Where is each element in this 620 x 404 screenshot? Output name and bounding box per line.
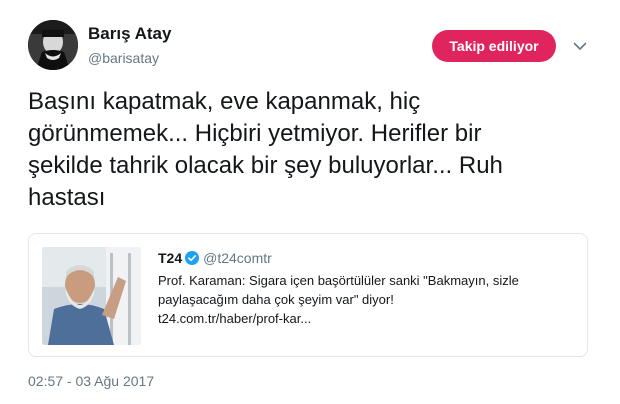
avatar-photo xyxy=(28,20,78,70)
following-button[interactable]: Takip ediliyor xyxy=(432,30,556,62)
tweet-text-line: görünmemek... Hiçbiri yetmiyor. Herifler… xyxy=(28,120,482,147)
author-display-name[interactable]: Barış Atay xyxy=(88,24,171,44)
quoted-text-line: paylaşacağım daha çok şeyim var" diyor! xyxy=(158,292,394,307)
quoted-author-name: T24 xyxy=(158,250,183,266)
quoted-text-link: t24.com.tr/haber/prof-kar... xyxy=(158,311,312,326)
tweet-text-line: şekilde tahrik olacak bir şey buluyorlar… xyxy=(28,152,503,179)
verified-badge-icon xyxy=(185,251,200,265)
quoted-tweet-card[interactable]: T24 @t24comtr Prof. Karaman: Sigara içen… xyxy=(28,233,588,357)
avatar[interactable] xyxy=(28,20,78,70)
quoted-tweet-body: T24 @t24comtr Prof. Karaman: Sigara içen… xyxy=(158,248,578,328)
quoted-author-handle: @t24comtr xyxy=(203,250,272,266)
tweet-text: Başını kapatmak, eve kapanmak, hiç görün… xyxy=(28,86,596,214)
author-handle[interactable]: @barisatay xyxy=(88,48,171,68)
quoted-tweet-image xyxy=(42,247,141,345)
chevron-down-icon[interactable] xyxy=(570,36,590,56)
tweet-text-line: hastası xyxy=(28,184,106,211)
tweet-text-line: Başını kapatmak, eve kapanmak, hiç xyxy=(28,88,421,115)
quoted-text-line: Prof. Karaman: Sigara içen başörtülüler … xyxy=(158,273,519,288)
quoted-tweet-text: Prof. Karaman: Sigara içen başörtülüler … xyxy=(158,271,578,328)
tweet-timestamp[interactable]: 02:57 - 03 Ağu 2017 xyxy=(28,373,154,389)
tweet-container: Barış Atay @barisatay Takip ediliyor Baş… xyxy=(0,0,620,404)
author-info: Barış Atay @barisatay xyxy=(88,24,171,68)
quoted-tweet-header: T24 @t24comtr xyxy=(158,248,578,268)
